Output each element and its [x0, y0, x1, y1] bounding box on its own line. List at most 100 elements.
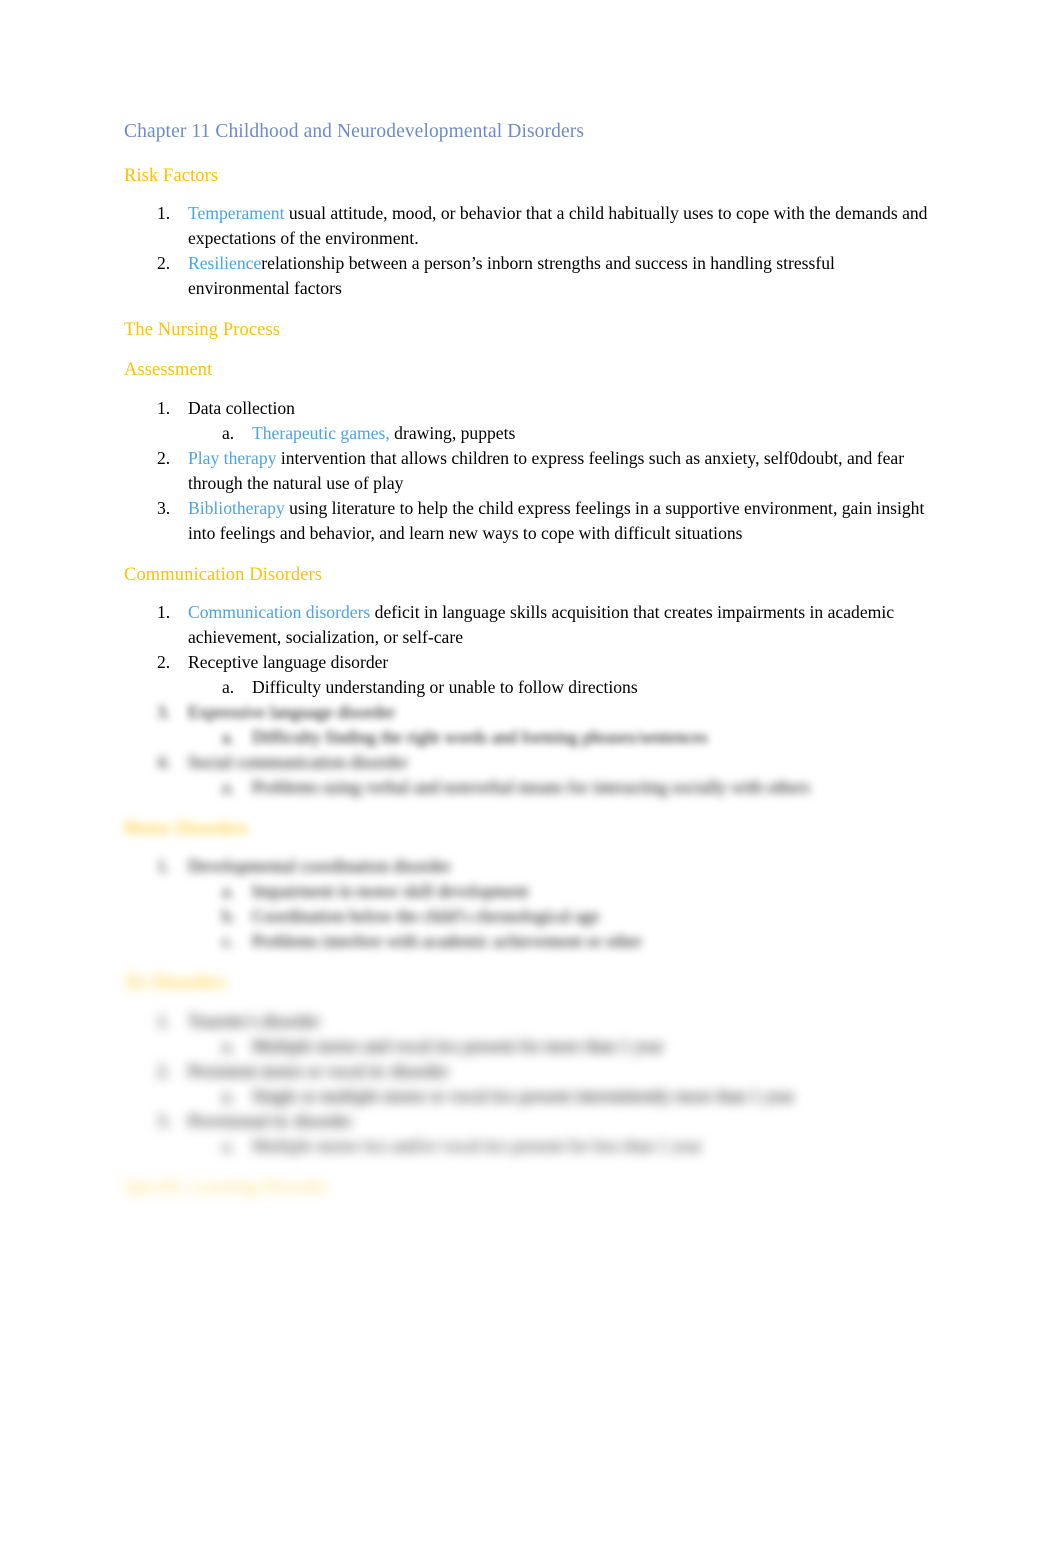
list-marker: 1.: [157, 397, 171, 418]
section-heading-assessment: Assessment: [124, 360, 213, 381]
list-item-body: Data collection: [188, 397, 295, 418]
motor-disorders-sublist: a. Impairment in motor skill development…: [188, 879, 936, 954]
list-marker: 2.: [157, 252, 171, 273]
list-marker: a.: [222, 1135, 235, 1156]
list-item-body: Communication disorders deficit in langu…: [188, 600, 936, 650]
list-item-body: Social communication disorder: [188, 752, 408, 772]
list-marker: 3.: [157, 497, 171, 518]
list-item-body: Therapeutic games, drawing, puppets: [252, 421, 936, 446]
assessment-list: 1. Data collection a. Therapeutic games,…: [124, 396, 936, 546]
section-heading-nursing-process: The Nursing Process: [124, 319, 281, 340]
list-item-body: Problems interfere with academic achieve…: [252, 931, 642, 952]
list-marker: 2.: [157, 447, 171, 468]
assessment-sublist: a. Therapeutic games, drawing, puppets: [188, 421, 936, 446]
list-item-body: Receptive language disorder: [188, 652, 389, 673]
page-bottom-blank: [0, 1230, 1062, 1561]
communication-disorders-list: 1. Communication disorders deficit in la…: [124, 600, 936, 800]
list-item: 1. Temperament usual attitude, mood, or …: [124, 201, 936, 251]
list-item: 2. Play therapy intervention that allows…: [124, 446, 936, 496]
list-item: a. Therapeutic games, drawing, puppets: [188, 421, 936, 446]
list-item-body: Difficulty finding the right words and f…: [252, 727, 708, 748]
tic-disorders-sublist: a. Multiple motor tics and/or vocal tics…: [188, 1134, 936, 1159]
list-item-body: Expressive language disorder: [188, 702, 396, 723]
list-item-body: Provisional tic disorder: [188, 1110, 353, 1131]
list-marker: 4.: [157, 752, 171, 772]
term-highlight: Resilience: [188, 252, 262, 273]
list-item-body: Tourette’s disorder: [188, 1010, 321, 1031]
list-item-obscured: a. Difficulty finding the right words an…: [188, 725, 936, 750]
list-item: 1. Data collection a. Therapeutic games,…: [124, 396, 936, 446]
item-text: intervention that allows children to exp…: [188, 447, 905, 493]
list-marker: 3.: [157, 702, 171, 723]
section-heading-risk-factors: Risk Factors: [124, 165, 219, 186]
document-body: Chapter 11 Childhood and Neurodevelopmen…: [124, 122, 936, 1197]
list-marker: a.: [222, 881, 235, 902]
term-highlight: Bibliotherapy: [188, 497, 285, 518]
list-item: 3. Bibliotherapy using literature to hel…: [124, 496, 936, 546]
list-item-body: Resiliencerelationship between a person’…: [188, 251, 936, 301]
communication-disorders-sublist: a. Problems using verbal and nonverbal m…: [188, 775, 936, 800]
list-marker: 2.: [157, 652, 171, 673]
list-item-obscured: 1. Developmental coordination disorder a…: [124, 854, 936, 954]
section-heading-tic-disorders: Tic Disorders: [124, 973, 226, 994]
motor-disorders-list: 1. Developmental coordination disorder a…: [124, 854, 936, 954]
list-item: 2. Resiliencerelationship between a pers…: [124, 251, 936, 301]
item-text: usual attitude, mood, or behavior that a…: [188, 203, 928, 248]
list-marker: 2.: [157, 1060, 171, 1081]
item-text: relationship between a person’s inborn s…: [188, 252, 835, 298]
list-marker: 1.: [157, 856, 171, 877]
list-item-obscured: 2. Persistent motor or vocal tic disorde…: [124, 1059, 936, 1109]
list-marker: b.: [222, 906, 236, 927]
list-item-body: Problems using verbal and nonverbal mean…: [252, 776, 810, 797]
page-title: Chapter 11 Childhood and Neurodevelopmen…: [124, 121, 585, 142]
item-text: drawing, puppets: [389, 422, 516, 443]
list-marker: a.: [222, 727, 235, 748]
term-highlight: Temperament: [188, 203, 285, 223]
tic-disorders-sublist: a. Single or multiple motor or vocal tic…: [188, 1084, 936, 1109]
list-item-body: Single or multiple motor or vocal tics p…: [252, 1085, 795, 1106]
list-item-obscured: c. Problems interfere with academic achi…: [188, 929, 936, 954]
list-marker: a.: [222, 1085, 235, 1106]
list-item-obscured: a. Problems using verbal and nonverbal m…: [188, 775, 936, 800]
communication-disorders-sublist: a. Difficulty finding the right words an…: [188, 725, 936, 750]
list-marker: a.: [222, 422, 235, 443]
list-item: a. Difficulty understanding or unable to…: [188, 675, 936, 700]
list-marker: 1.: [157, 602, 171, 623]
list-item-body: Persistent motor or vocal tic disorder: [188, 1060, 449, 1081]
section-heading-motor-disorders: Motor Disorders: [124, 818, 249, 839]
term-highlight: Therapeutic games,: [252, 422, 390, 443]
list-item: 1. Communication disorders deficit in la…: [124, 600, 936, 650]
term-highlight: Play therapy: [188, 447, 277, 468]
list-item-body: Multiple motor tics and/or vocal tics pr…: [252, 1135, 702, 1156]
list-item-body: Coordination below the child’s chronolog…: [252, 906, 600, 927]
list-item-obscured: 4. Social communication disorder a. Prob…: [124, 750, 936, 800]
section-heading-specific-learning-disorder: Specific Learning Disorder: [124, 1177, 328, 1198]
communication-disorders-sublist: a. Difficulty understanding or unable to…: [188, 675, 936, 700]
list-marker: a.: [222, 776, 235, 797]
list-marker: 1.: [157, 1010, 171, 1031]
list-item-obscured: 3. Expressive language disorder a. Diffi…: [124, 700, 936, 750]
list-item-obscured: a. Single or multiple motor or vocal tic…: [188, 1084, 936, 1109]
list-marker: a.: [222, 1035, 235, 1056]
section-heading-communication-disorders: Communication Disorders: [124, 564, 323, 585]
list-item-obscured: 1. Tourette’s disorder a. Multiple motor…: [124, 1009, 936, 1059]
tic-disorders-sublist: a. Multiple motor and vocal tics present…: [188, 1034, 936, 1059]
document-page: Chapter 11 Childhood and Neurodevelopmen…: [0, 0, 1062, 1561]
list-item-body: Play therapy intervention that allows ch…: [188, 446, 936, 496]
list-item-body: Bibliotherapy using literature to help t…: [188, 496, 936, 546]
list-item-obscured: a. Impairment in motor skill development: [188, 879, 936, 904]
list-marker: c.: [222, 931, 235, 952]
list-marker: a.: [222, 677, 235, 698]
list-item-obscured: a. Multiple motor and vocal tics present…: [188, 1034, 936, 1059]
